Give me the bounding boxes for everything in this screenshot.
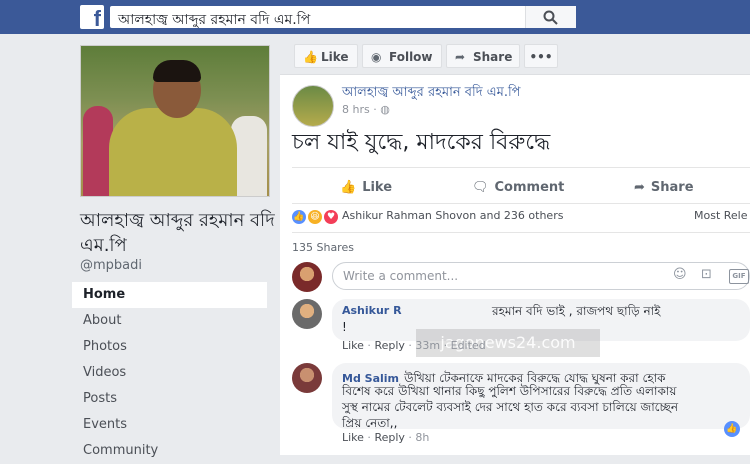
comment-time[interactable]: 8h	[415, 431, 429, 444]
nav-item-photos[interactable]: Photos	[72, 334, 267, 360]
comment-text: রহমান বদি ভাই , রাজপথ ছাড়ি নাই	[492, 304, 661, 318]
photo-shirt	[109, 108, 237, 196]
comment-bubble: Md Salim উখিয়া টেকনাফে মাদকের বিরুদ্ধে …	[332, 363, 750, 430]
comment-meta: Like · Reply · 8h	[342, 431, 430, 444]
page-like-button[interactable]: 👍 Like	[294, 44, 358, 68]
page-share-label: Share	[473, 50, 513, 64]
comment-reply-link[interactable]: Reply	[374, 339, 404, 352]
comment-edited[interactable]: Edited	[451, 339, 486, 352]
post-like-label: Like	[362, 180, 393, 195]
comment-text-continued: বিশেষ করে উখিয়া থানার কিছু পুলিশ উপিসার…	[342, 384, 677, 398]
gif-icon[interactable]: GIF	[729, 269, 749, 284]
commenter-avatar[interactable]	[292, 299, 322, 329]
comment-time[interactable]: 33m	[415, 339, 440, 352]
comment-text-continued: সুস্থ নামের টেবলেট ব্যবসাই দের সাথে হাত …	[342, 400, 679, 414]
comment-like-link[interactable]: Like	[342, 339, 364, 352]
divider	[292, 232, 750, 233]
share-arrow-icon: ➦	[455, 50, 466, 64]
follow-button[interactable]: ◉ Follow	[362, 44, 442, 68]
search-bar[interactable]: আলহাজ্ব আব্দুর রহমান বদি এম.পি	[110, 6, 576, 28]
commenter-avatar[interactable]	[292, 363, 322, 393]
comment-meta: Like · Reply · 33m · Edited	[342, 339, 486, 352]
reactors-summary[interactable]: Ashikur Rahman Shovon and 236 others	[342, 209, 563, 222]
comment-text-continued: প্রিয় নেতা,,	[342, 416, 398, 430]
post-comment-button[interactable]: 🗨 Comment	[472, 175, 564, 201]
main-column: 👍 Like ◉ Follow ➦ Share ••• আলহাজ্ব আব্দ…	[280, 34, 750, 455]
search-input[interactable]: আলহাজ্ব আব্দুর রহমান বদি এম.পি	[118, 8, 310, 32]
page-share-button[interactable]: ➦ Share	[446, 44, 520, 68]
comment-like-link[interactable]: Like	[342, 431, 364, 444]
rss-icon: ◉	[371, 50, 382, 64]
current-user-avatar[interactable]	[292, 262, 322, 292]
divider	[292, 203, 750, 204]
top-bar: f আলহাজ্ব আব্দুর রহমান বদি এম.পি	[0, 0, 750, 34]
more-button[interactable]: •••	[524, 44, 558, 68]
post-like-button[interactable]: 👍 Like	[340, 175, 392, 201]
follow-label: Follow	[389, 50, 433, 64]
comment-text-continued: !	[342, 320, 347, 334]
comment-placeholder: Write a comment...	[343, 269, 459, 283]
thumbs-up-icon: 👍	[303, 50, 318, 64]
nav-item-community[interactable]: Community	[72, 438, 267, 464]
photo-hair	[153, 60, 201, 82]
post-text: চল যাই যুদ্ধে, মাদকের বিরুদ্ধে	[292, 130, 551, 155]
nav-item-videos[interactable]: Videos	[72, 360, 267, 386]
love-reaction-icon[interactable]: ♥	[324, 210, 338, 224]
camera-icon[interactable]: ⊡	[701, 267, 712, 282]
post-time-text: 8 hrs ·	[342, 103, 381, 116]
comment-bubble-icon: 🗨	[472, 180, 489, 195]
most-relevant-dropdown[interactable]: Most Rele	[694, 209, 748, 222]
globe-icon: ◍	[380, 103, 390, 116]
search-icon	[543, 10, 558, 25]
shares-count[interactable]: 135 Shares	[292, 241, 354, 254]
page-name[interactable]: আলহাজ্ব আব্দুর রহমান বদি এম.পি	[80, 208, 275, 258]
post-share-label: Share	[650, 180, 694, 195]
search-button[interactable]	[525, 6, 576, 28]
haha-reaction-icon[interactable]: 😆	[308, 210, 322, 224]
author-avatar[interactable]	[292, 85, 334, 127]
page-like-label: Like	[321, 50, 349, 64]
share-arrow-icon: ➦	[634, 180, 645, 195]
post-share-button[interactable]: ➦ Share	[634, 175, 694, 201]
emoji-icon[interactable]: ☺	[673, 267, 687, 282]
like-reaction-icon[interactable]: 👍	[292, 210, 306, 224]
nav-item-events[interactable]: Events	[72, 412, 267, 438]
comment-input[interactable]: Write a comment... ☺ ⊡ GIF	[332, 262, 750, 290]
post-timestamp[interactable]: 8 hrs · ◍	[342, 103, 390, 116]
post-card: আলহাজ্ব আব্দুর রহমান বদি এম.পি 8 hrs · ◍…	[280, 74, 750, 455]
page-nav: Home About Photos Videos Posts Events Co…	[72, 282, 267, 464]
nav-item-posts[interactable]: Posts	[72, 386, 267, 412]
post-author[interactable]: আলহাজ্ব আব্দুর রহমান বদি এম.পি	[342, 83, 521, 104]
divider	[292, 167, 750, 168]
commenter-name[interactable]: Ashikur R	[342, 304, 402, 317]
profile-photo[interactable]	[80, 45, 270, 197]
nav-item-about[interactable]: About	[72, 308, 267, 334]
post-comment-label: Comment	[494, 180, 565, 195]
facebook-logo[interactable]: f	[80, 5, 104, 29]
comment-bubble: Ashikur R রহমান বদি ভাই , রাজপথ ছাড়ি না…	[332, 299, 750, 357]
like-reaction-icon[interactable]: 👍	[724, 421, 740, 437]
comment-reply-link[interactable]: Reply	[374, 431, 404, 444]
nav-item-home[interactable]: Home	[72, 282, 267, 308]
thumbs-up-icon: 👍	[340, 180, 357, 195]
page-handle: @mpbadi	[80, 258, 142, 273]
